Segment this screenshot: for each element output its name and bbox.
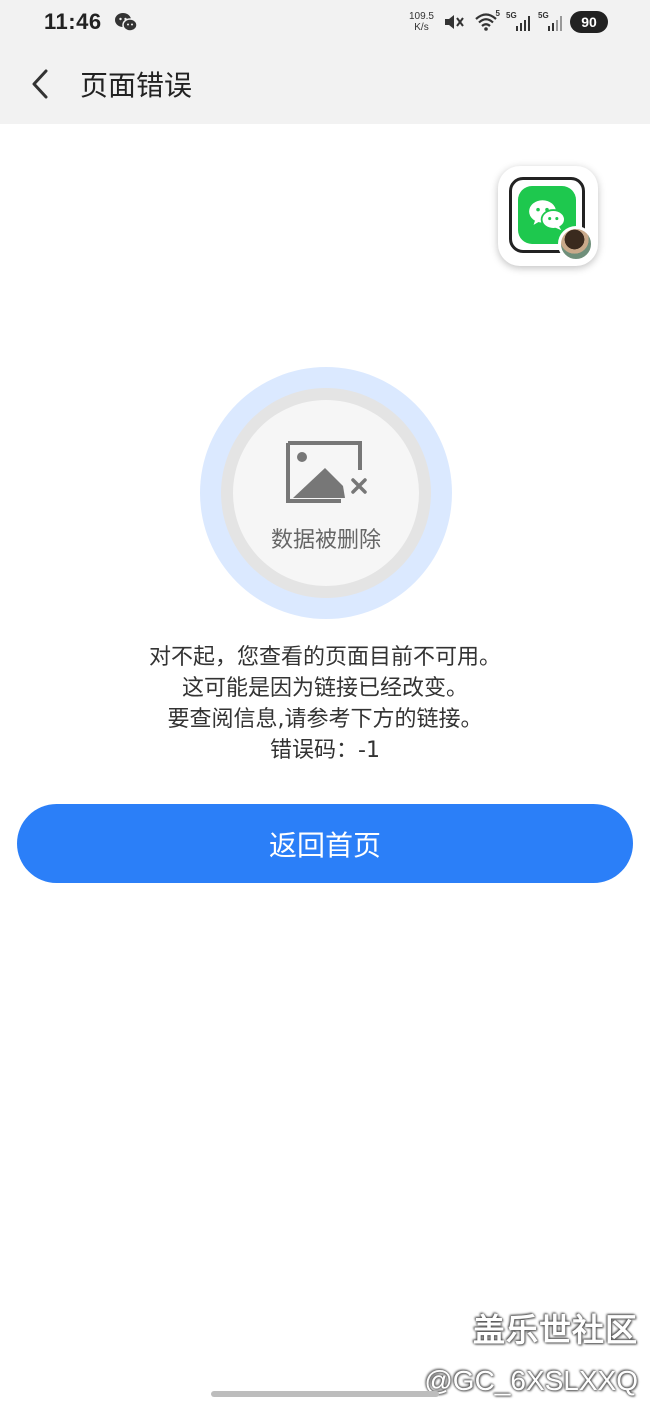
watermark-user: @GC_6XSLXXQ — [424, 1365, 638, 1396]
mute-icon — [442, 11, 466, 33]
network-speed: 109.5 K/s — [409, 11, 434, 33]
watermark: 盖乐世社区 @GC_6XSLXXQ — [424, 1305, 638, 1397]
home-indicator[interactable] — [211, 1391, 439, 1397]
error-illustration: 数据被删除 — [200, 367, 452, 619]
signal-icon: 5G — [538, 11, 562, 33]
status-bar: 11:46 109.5 K/s 5 5G 5G 90 — [0, 0, 650, 44]
error-label: 数据被删除 — [270, 528, 381, 553]
status-time: 11:46 — [44, 9, 102, 34]
battery-icon: 90 — [570, 11, 608, 33]
chevron-left-icon — [32, 69, 48, 99]
signal-icon: 5G — [506, 11, 530, 33]
avatar — [558, 226, 594, 262]
back-button[interactable] — [0, 44, 80, 124]
error-message-line: 这可能是因为链接已经改变。 — [181, 676, 468, 701]
wifi-icon: 5 — [474, 9, 500, 33]
error-page: 11:46 109.5 K/s 5 5G 5G 90 页面错误 数据被删除 对不… — [0, 0, 650, 1408]
network-speed-value: 109.5 — [408, 11, 434, 22]
error-code: 错误码：-1 — [270, 738, 380, 763]
wechat-notification-icon — [114, 11, 138, 33]
error-message-line: 对不起，您查看的页面目前不可用。 — [148, 645, 501, 670]
error-message: 对不起，您查看的页面目前不可用。 这可能是因为链接已经改变。 要查阅信息,请参考… — [0, 642, 650, 766]
status-icons: 109.5 K/s 5 5G 5G 90 — [409, 9, 608, 33]
page-title: 页面错误 — [80, 69, 193, 102]
error-message-line: 要查阅信息,请参考下方的链接。 — [167, 707, 483, 732]
app-bar: 页面错误 — [0, 44, 650, 124]
broken-image-icon — [286, 441, 373, 503]
wifi-badge: 5 — [495, 9, 500, 18]
watermark-title: 盖乐世社区 — [472, 1311, 638, 1349]
network-speed-unit: K/s — [414, 22, 429, 33]
floating-app-bubble[interactable] — [498, 166, 598, 266]
return-home-button[interactable]: 返回首页 — [17, 804, 633, 883]
